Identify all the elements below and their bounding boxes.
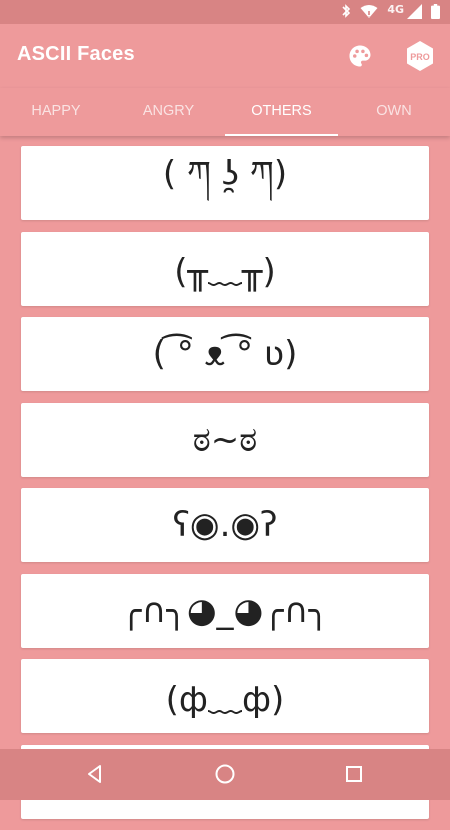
face-card[interactable]: ʕ◉.◉ʔ — [21, 488, 429, 562]
face-card[interactable]: (╥﹏╥) — [21, 231, 429, 306]
battery-icon — [431, 3, 440, 19]
cellular-icon — [407, 3, 422, 19]
faces-list: ( ཀ ʖ̯ ཀ) (╥﹏╥) ( ͡° ᴥ ͡° ʋ) ಠ~ಠ ʕ◉.◉ʔ ╭… — [21, 146, 429, 830]
face-card[interactable]: ಠ~ಠ — [21, 402, 429, 477]
tab-own[interactable]: OWN — [338, 88, 450, 136]
face-card[interactable]: ( ͡° ᴥ ͡° ʋ) — [21, 317, 429, 391]
pro-button[interactable]: PRO — [405, 40, 435, 72]
recents-square-icon — [346, 766, 362, 782]
navigation-bar — [0, 749, 450, 800]
home-circle-icon — [215, 764, 235, 784]
status-icons: 4G — [341, 3, 440, 19]
recents-button[interactable] — [342, 762, 366, 786]
face-card[interactable]: ( ཀ ʖ̯ ཀ) — [21, 146, 429, 220]
pro-badge-icon: PRO — [407, 41, 433, 71]
palette-icon — [349, 45, 371, 67]
face-card[interactable]: (ф﹏ф) — [21, 659, 429, 733]
network-type-label: 4G — [387, 2, 404, 16]
tab-angry[interactable]: ANGRY — [112, 88, 225, 136]
app-title: ASCII Faces — [17, 43, 135, 65]
palette-button[interactable] — [346, 42, 374, 70]
app-bar: ASCII Faces PRO — [0, 24, 450, 88]
tab-others[interactable]: OTHERS — [225, 88, 338, 136]
status-bar: 4G — [0, 0, 450, 24]
back-triangle-icon — [88, 765, 101, 783]
wifi-icon — [360, 4, 378, 18]
back-button[interactable] — [83, 762, 107, 786]
pro-badge-label: PRO — [410, 52, 430, 62]
face-card[interactable]: ╭∩╮◕_◕╭∩╮ — [21, 573, 429, 648]
home-button[interactable] — [213, 762, 237, 786]
bluetooth-icon — [342, 4, 351, 18]
tab-bar: HAPPY ANGRY OTHERS OWN — [0, 88, 450, 136]
tab-happy[interactable]: HAPPY — [0, 88, 112, 136]
